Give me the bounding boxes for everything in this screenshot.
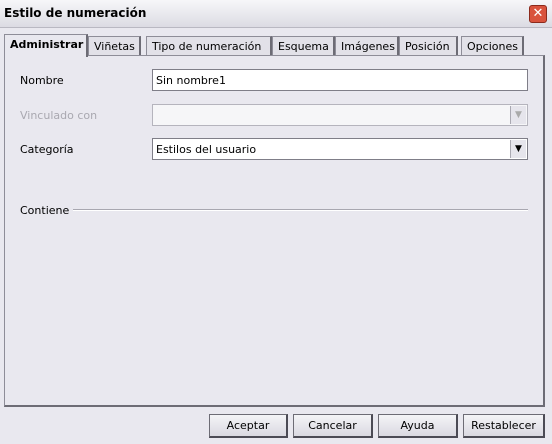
window-title: Estilo de numeración — [4, 6, 147, 20]
chevron-down-icon: ▼ — [510, 106, 526, 124]
tab-posicion[interactable]: Posición — [399, 36, 458, 56]
title-bar: Estilo de numeración ✕ — [0, 0, 552, 28]
chevron-down-icon[interactable]: ▼ — [510, 140, 526, 158]
cancelar-button[interactable]: Cancelar — [293, 414, 373, 438]
vinculado-label: Vinculado con — [20, 109, 98, 122]
restablecer-button[interactable]: Restablecer — [463, 414, 545, 438]
vinculado-select: ▼ — [152, 104, 528, 126]
close-icon[interactable]: ✕ — [529, 5, 547, 23]
aceptar-button[interactable]: Aceptar — [209, 414, 288, 438]
tab-opciones[interactable]: Opciones — [461, 36, 524, 56]
ayuda-button[interactable]: Ayuda — [378, 414, 458, 438]
nombre-value: Sin nombre1 — [156, 74, 226, 87]
tab-esquema[interactable]: Esquema — [272, 36, 335, 56]
categoria-label: Categoría — [20, 143, 74, 156]
contiene-divider — [73, 209, 528, 211]
tab-tipo-numeracion[interactable]: Tipo de numeración — [146, 36, 272, 56]
categoria-select[interactable]: Estilos del usuario ▼ — [152, 138, 528, 160]
contiene-label: Contiene — [20, 204, 70, 217]
categoria-value: Estilos del usuario — [156, 143, 257, 156]
nombre-field[interactable]: Sin nombre1 — [152, 69, 528, 91]
tab-administrar[interactable]: Administrar — [4, 34, 88, 57]
tab-vinetas[interactable]: Viñetas — [88, 36, 141, 56]
nombre-label: Nombre — [20, 74, 64, 87]
tab-imagenes[interactable]: Imágenes — [335, 36, 399, 56]
